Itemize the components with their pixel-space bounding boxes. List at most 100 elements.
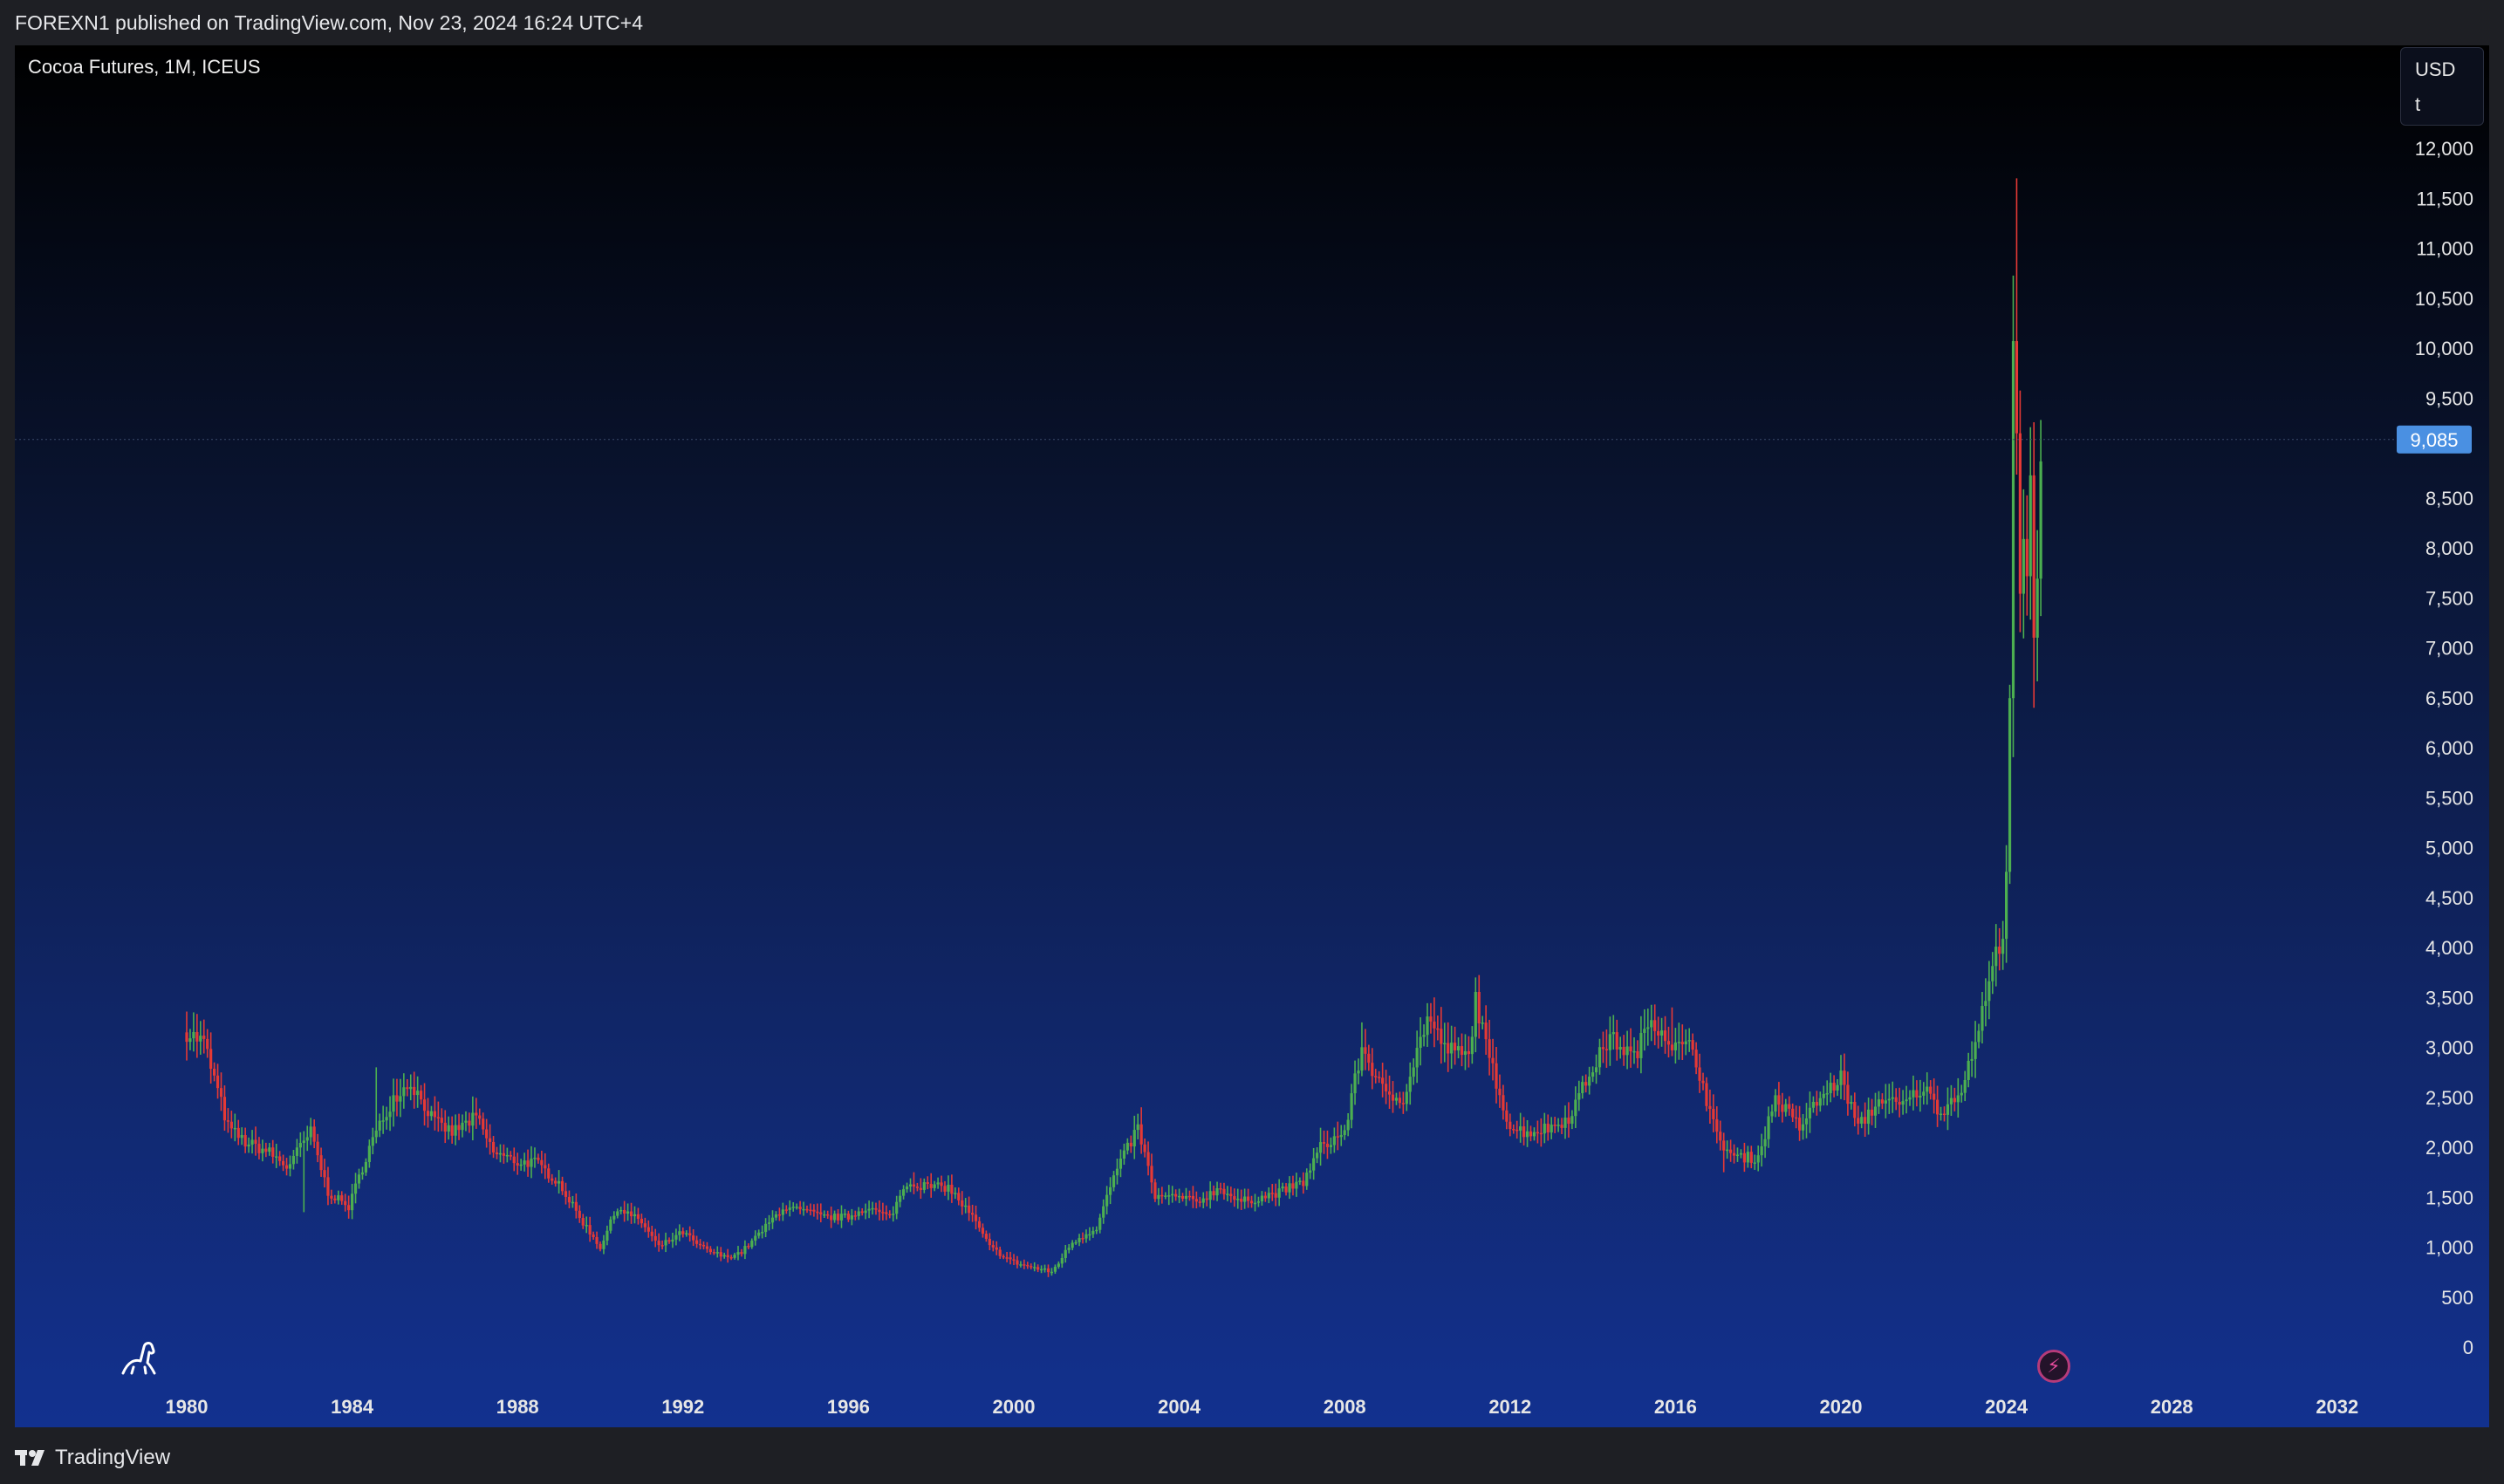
candle	[981, 1223, 985, 1238]
chart-pane[interactable]: 12,000 11,500 11,000 10,500 10,000 9,500 8,500…	[15, 45, 2489, 1427]
candle	[1074, 1240, 1078, 1245]
candle	[1515, 1120, 1519, 1139]
candle	[305, 1125, 309, 1152]
candle	[1249, 1195, 1254, 1208]
candle	[1381, 1063, 1385, 1098]
candle	[1495, 1046, 1498, 1104]
candle	[1977, 1023, 1981, 1049]
price-chart[interactable]: 12,000 11,500 11,000 10,500 10,000 9,500 8,500…	[15, 45, 2489, 1427]
last-price-label: 9,085	[2410, 429, 2458, 451]
candle	[1098, 1214, 1102, 1234]
candle	[523, 1152, 526, 1172]
candle	[830, 1207, 833, 1228]
candle	[1929, 1080, 1933, 1100]
candle	[1364, 1029, 1367, 1070]
y-axis-tick-label: 9,500	[2425, 387, 2473, 409]
candle	[1281, 1182, 1284, 1193]
candle	[1853, 1092, 1857, 1127]
candle	[544, 1152, 547, 1180]
candle	[1998, 927, 2001, 971]
candle	[839, 1205, 844, 1228]
candle	[284, 1158, 289, 1176]
candle	[1908, 1090, 1912, 1106]
candle	[457, 1113, 461, 1140]
candle	[2008, 684, 2012, 885]
candle	[971, 1204, 975, 1222]
candle	[1260, 1191, 1263, 1206]
candle	[667, 1237, 671, 1244]
candle	[1880, 1093, 1884, 1110]
candle	[1963, 1070, 1967, 1102]
candle	[1178, 1188, 1181, 1204]
candle	[599, 1241, 602, 1252]
candle	[929, 1173, 933, 1198]
candle	[1284, 1182, 1288, 1196]
candle	[1236, 1188, 1240, 1209]
candle	[1360, 1022, 1364, 1077]
candle	[626, 1203, 630, 1221]
candle	[747, 1243, 750, 1250]
candle	[533, 1147, 537, 1168]
candle	[1171, 1186, 1174, 1203]
candle	[1898, 1087, 1901, 1118]
candle	[347, 1195, 351, 1219]
candle	[275, 1143, 278, 1168]
candle	[1422, 1024, 1426, 1047]
candle	[643, 1217, 647, 1233]
candle	[1036, 1264, 1040, 1273]
candle	[1539, 1118, 1543, 1147]
candle	[1753, 1154, 1756, 1170]
candle	[1705, 1077, 1708, 1111]
candle	[770, 1210, 775, 1229]
candle	[433, 1096, 436, 1131]
candle	[1680, 1024, 1684, 1060]
candle	[1791, 1103, 1795, 1123]
dinosaur-icon[interactable]	[120, 1338, 160, 1378]
symbol-title[interactable]: Cocoa Futures, 1M, ICEUS	[28, 56, 261, 79]
candle	[1180, 1193, 1185, 1202]
candle	[319, 1147, 323, 1177]
candle	[1677, 1022, 1680, 1060]
candle	[1701, 1072, 1705, 1091]
candle	[1119, 1149, 1123, 1178]
candle	[1715, 1106, 1719, 1144]
candle	[743, 1240, 747, 1260]
candle	[1253, 1193, 1257, 1212]
candle	[2029, 427, 2032, 620]
candle	[1084, 1229, 1088, 1243]
candle	[1136, 1113, 1139, 1139]
y-axis-tick-label: 12,000	[2415, 138, 2473, 160]
candle	[330, 1189, 333, 1205]
candle	[1329, 1137, 1332, 1154]
candle	[233, 1113, 236, 1142]
candle	[1391, 1081, 1395, 1113]
currency-unit-button[interactable]: USD t	[2400, 47, 2484, 126]
candle	[795, 1203, 798, 1210]
candle	[1933, 1078, 1936, 1114]
candle	[940, 1175, 943, 1193]
candle	[1735, 1147, 1740, 1162]
candle	[633, 1206, 637, 1224]
candle	[754, 1230, 757, 1246]
candle	[1742, 1142, 1746, 1173]
candle	[698, 1239, 702, 1250]
candle	[1560, 1118, 1563, 1134]
candle	[1122, 1143, 1125, 1166]
candle	[1046, 1264, 1050, 1277]
candle	[1277, 1179, 1281, 1207]
candle	[784, 1205, 788, 1214]
candle	[1243, 1188, 1247, 1209]
tradingview-brand[interactable]: TradingView	[15, 1446, 170, 1470]
candle	[1529, 1125, 1533, 1142]
candle	[1222, 1182, 1226, 1200]
candle	[836, 1209, 840, 1225]
candle	[219, 1072, 223, 1111]
candle	[657, 1233, 660, 1252]
candle	[1808, 1091, 1812, 1133]
candle	[1722, 1132, 1726, 1173]
lightning-icon[interactable]: ⚡	[2037, 1350, 2070, 1383]
candle	[1660, 1017, 1664, 1047]
candle	[1953, 1087, 1956, 1111]
candle	[1226, 1186, 1229, 1202]
candle	[878, 1200, 881, 1221]
